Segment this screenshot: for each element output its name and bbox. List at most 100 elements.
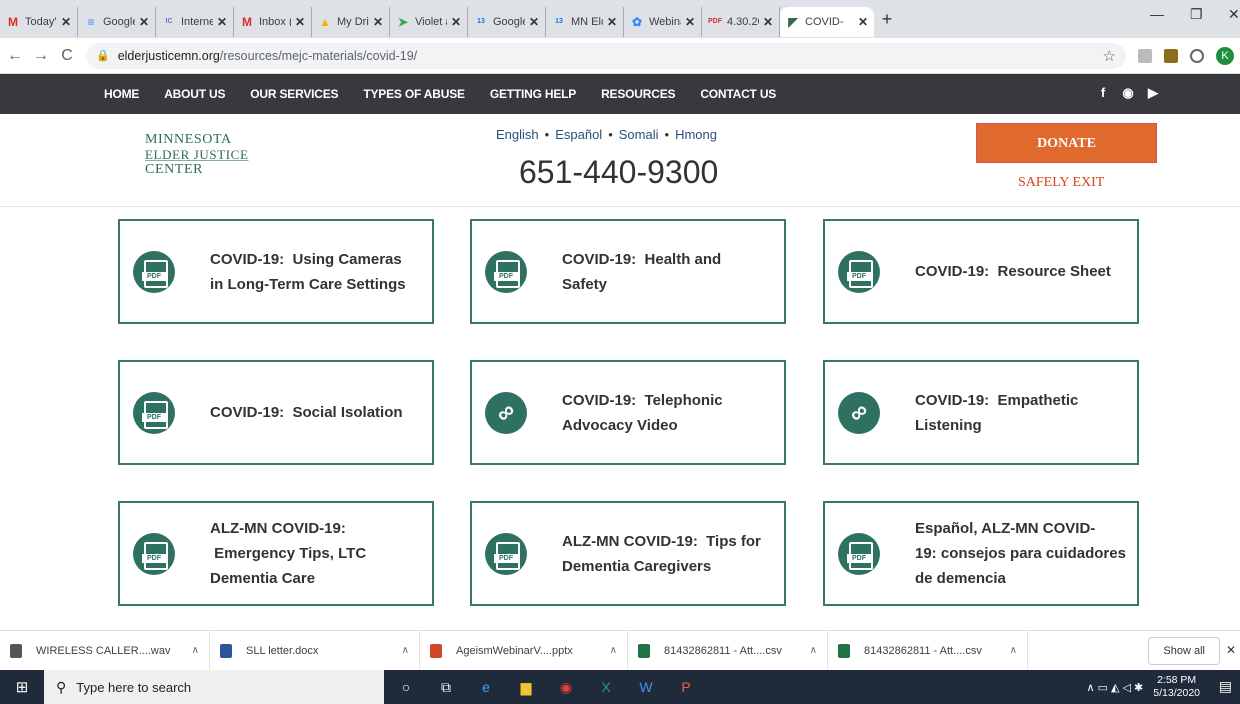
youtube-icon[interactable]: ▶ — [1146, 85, 1160, 101]
chevron-up-icon[interactable]: ∧ — [192, 645, 199, 656]
resource-card[interactable]: PDF COVID-19: Using Cameras in Long-Term C… — [118, 219, 434, 324]
card-title-line: Español, ALZ-MN COVID- — [915, 520, 1096, 537]
instagram-icon[interactable]: ◉ — [1121, 85, 1135, 101]
browser-tab[interactable]: ✿ Webina ✕ — [624, 7, 702, 37]
close-downloads-icon[interactable]: ✕ — [1226, 643, 1236, 657]
file-icon — [430, 643, 442, 658]
nav-item-about-us[interactable]: ABOUT US — [164, 87, 225, 101]
close-tab-icon[interactable]: ✕ — [61, 15, 71, 29]
browser-tab[interactable]: ◤ COVID- ✕ — [780, 7, 874, 37]
browser-tab[interactable]: ▲ My Driv ✕ — [312, 7, 390, 37]
browser-tab[interactable]: PDF 4.30.20 ✕ — [702, 7, 780, 37]
site-nav: HOME ABOUT US OUR SERVICES TYPES OF ABUSE GE… — [0, 74, 1240, 114]
resource-card[interactable]: ∞ COVID-19: Empathetic Listening — [823, 360, 1139, 465]
tray-icons[interactable]: ∧ ▭ ◭ ◁ ✱ — [1086, 681, 1143, 694]
excel-icon[interactable]: X — [588, 679, 624, 695]
chevron-up-icon[interactable]: ∧ — [402, 645, 409, 656]
extension-icon[interactable] — [1190, 48, 1204, 63]
close-window-icon[interactable]: ✕ — [1228, 6, 1240, 23]
language-link[interactable]: Hmong — [675, 127, 717, 142]
browser-tab[interactable]: 13 Google ✕ — [468, 7, 546, 37]
language-link[interactable]: Español — [555, 127, 602, 142]
nav-item-types-of-abuse[interactable]: TYPES OF ABUSE — [363, 87, 465, 101]
close-tab-icon[interactable]: ✕ — [139, 15, 149, 29]
nav-item-home[interactable]: HOME — [104, 87, 139, 101]
nav-item-contact-us[interactable]: CONTACT US — [700, 87, 776, 101]
tab-title: My Driv — [337, 16, 369, 28]
resource-card[interactable]: PDF ALZ-MN COVID-19: Tips for Dementia Car… — [470, 501, 786, 606]
back-icon[interactable]: ← — [4, 47, 26, 65]
nav-item-resources[interactable]: RESOURCES — [601, 87, 675, 101]
windows-start-icon[interactable]: ⊞ — [0, 678, 44, 696]
browser-tab[interactable]: IC Interne ✕ — [156, 7, 234, 37]
nav-item-our-services[interactable]: OUR SERVICES — [250, 87, 338, 101]
close-tab-icon[interactable]: ✕ — [858, 15, 868, 29]
card-title-line: COVID-19: Empathetic — [915, 392, 1079, 409]
extension-icon[interactable] — [1138, 48, 1152, 63]
link-icon: ∞ — [485, 392, 527, 434]
close-tab-icon[interactable]: ✕ — [529, 15, 539, 29]
browser-tab[interactable]: M Today's ✕ — [0, 7, 78, 37]
language-link[interactable]: English — [496, 127, 539, 142]
edge-icon[interactable]: e — [468, 679, 504, 695]
task-view-icon[interactable]: ⧉ — [428, 679, 464, 696]
clock[interactable]: 2:58 PM 5/13/2020 — [1153, 674, 1200, 700]
close-tab-icon[interactable]: ✕ — [217, 15, 227, 29]
donate-button[interactable]: DONATE — [976, 123, 1157, 163]
card-title-line: Dementia Care — [210, 570, 316, 587]
download-item[interactable]: AgeismWebinarV....pptx ∧ — [420, 630, 628, 671]
extension-icon[interactable] — [1164, 48, 1178, 63]
maximize-icon[interactable]: ❐ — [1190, 6, 1203, 23]
reload-icon[interactable]: C — [56, 47, 78, 65]
google-doc-icon: ≡ — [87, 15, 95, 29]
address-bar[interactable]: 🔒 elderjusticemn.org/resources/mejc-mate… — [86, 42, 1126, 69]
minimize-icon[interactable]: — — [1150, 6, 1164, 22]
card-title-line: de demencia — [915, 570, 1006, 587]
close-tab-icon[interactable]: ✕ — [763, 15, 773, 29]
resource-card[interactable]: PDF COVID-19: Resource Sheet — [823, 219, 1139, 324]
chevron-up-icon[interactable]: ∧ — [1010, 645, 1017, 656]
resource-card[interactable]: PDF ALZ-MN COVID-19: Emergency Tips, LTC D… — [118, 501, 434, 606]
cortana-icon[interactable]: ○ — [388, 679, 424, 695]
card-title-line: COVID-19: Social Isolation — [210, 404, 403, 421]
new-tab-icon[interactable]: + — [874, 9, 900, 30]
facebook-icon[interactable]: f — [1096, 85, 1110, 101]
resource-card[interactable]: PDF COVID-19: Health and Safety — [470, 219, 786, 324]
download-item[interactable]: 81432862811 - Att....csv ∧ — [628, 630, 828, 671]
browser-tab[interactable]: M Inbox (✕ — [234, 7, 312, 37]
word-icon[interactable]: W — [628, 679, 664, 695]
chrome-icon[interactable]: ◉ — [548, 679, 584, 696]
nav-item-getting-help[interactable]: GETTING HELP — [490, 87, 576, 101]
close-tab-icon[interactable]: ✕ — [373, 15, 383, 29]
download-item[interactable]: SLL letter.docx ∧ — [210, 630, 420, 671]
close-tab-icon[interactable]: ✕ — [607, 15, 617, 29]
resource-card[interactable]: ∞ COVID-19: Telephonic Advocacy Video — [470, 360, 786, 465]
chevron-up-icon[interactable]: ∧ — [810, 645, 817, 656]
safely-exit-link[interactable]: SAFELY EXIT — [1018, 175, 1104, 191]
downloads-bar: WIRELESS CALLER....wav ∧ SLL letter.docx ∧ A… — [0, 630, 1240, 671]
language-link[interactable]: Somali — [619, 127, 659, 142]
resource-card[interactable]: PDF Español, ALZ-MN COVID- 19: consejos pa… — [823, 501, 1139, 606]
browser-tab[interactable]: 13 MN Eld ✕ — [546, 7, 624, 37]
pdf-icon: PDF — [485, 251, 527, 293]
notification-icon[interactable]: ▤ — [1219, 678, 1232, 695]
profile-avatar[interactable]: K — [1216, 46, 1234, 65]
close-tab-icon[interactable]: ✕ — [295, 15, 305, 29]
resource-card[interactable]: PDF COVID-19: Social Isolation — [118, 360, 434, 465]
browser-tab[interactable]: ➤ Violet a ✕ — [390, 7, 468, 37]
show-all-button[interactable]: Show all — [1148, 637, 1220, 665]
site-logo[interactable]: MINNESOTA ELDER JUSTICE CENTER — [145, 132, 249, 177]
chevron-up-icon[interactable]: ∧ — [610, 645, 617, 656]
taskbar-search-input[interactable]: ⚲ Type here to search — [44, 670, 384, 704]
browser-tab[interactable]: ≡ Google ✕ — [78, 7, 156, 37]
download-item[interactable]: 81432862811 - Att....csv ∧ — [828, 630, 1028, 671]
close-tab-icon[interactable]: ✕ — [685, 15, 695, 29]
file-explorer-icon[interactable]: ▆ — [508, 679, 544, 696]
forward-icon[interactable]: → — [30, 47, 52, 65]
windows-taskbar: ⊞ ⚲ Type here to search ○ ⧉ e ▆ ◉ X W P … — [0, 670, 1240, 704]
bookmark-star-icon[interactable]: ☆ — [1103, 47, 1116, 65]
close-tab-icon[interactable]: ✕ — [451, 15, 461, 29]
webinar-icon: ✿ — [631, 15, 643, 29]
download-item[interactable]: WIRELESS CALLER....wav ∧ — [0, 630, 210, 671]
powerpoint-icon[interactable]: P — [668, 679, 704, 695]
